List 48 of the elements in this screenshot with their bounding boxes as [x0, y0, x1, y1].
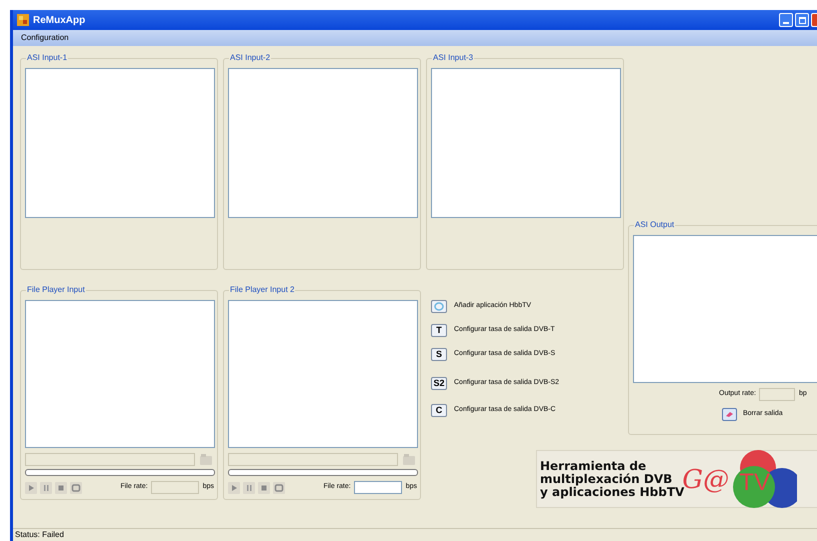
loop-icon: [273, 482, 285, 494]
list-box[interactable]: [431, 68, 621, 218]
file-rate-field[interactable]: [354, 481, 402, 494]
output-rate-field[interactable]: [758, 388, 795, 401]
group-title: ASI Input-2: [229, 53, 272, 63]
close-button[interactable]: [811, 13, 817, 27]
ring-icon: [434, 302, 444, 311]
folder-icon[interactable]: [200, 454, 212, 465]
pause-button[interactable]: [243, 482, 255, 494]
circles-drawing: [733, 450, 798, 508]
group-title: ASI Input-3: [432, 53, 474, 63]
list-box[interactable]: [25, 68, 215, 218]
file-path-field[interactable]: [228, 453, 398, 466]
status-text: Status: Failed: [15, 531, 64, 539]
folder-icon[interactable]: [403, 454, 415, 465]
pause-button[interactable]: [40, 482, 52, 494]
group-title: File Player Input: [26, 285, 86, 295]
logo-text: multiplexación DVB: [540, 472, 674, 486]
list-box[interactable]: [25, 300, 215, 448]
eraser-icon: [725, 411, 734, 418]
play-button[interactable]: [228, 482, 240, 494]
window-title: ReMuxApp: [33, 14, 86, 28]
maximize-button[interactable]: [795, 13, 809, 27]
group-title: ASI Output: [634, 220, 676, 230]
list-box[interactable]: [228, 300, 418, 448]
play-button[interactable]: [25, 482, 37, 494]
standard-button[interactable]: C: [431, 404, 447, 417]
group-title: ASI Input-1: [26, 53, 68, 63]
logo-mark: G@: [682, 466, 730, 494]
standard-button[interactable]: S: [431, 348, 447, 361]
file-path-field[interactable]: [25, 453, 195, 466]
logo-text: Herramienta de: [540, 460, 648, 472]
stop-button[interactable]: [258, 482, 270, 494]
eraser-button[interactable]: [722, 408, 737, 421]
loop-button[interactable]: [70, 482, 82, 494]
app-icon: [17, 14, 29, 26]
logo-letters: TV: [739, 470, 770, 496]
group-title: File Player Input 2: [229, 285, 296, 295]
stop-button[interactable]: [55, 482, 67, 494]
standard-button[interactable]: T: [431, 324, 447, 337]
menu-item[interactable]: Configuration: [21, 32, 69, 44]
loop-icon: [70, 482, 82, 494]
list-box[interactable]: [228, 68, 418, 218]
loop-button[interactable]: [273, 482, 285, 494]
minimize-button[interactable]: [779, 13, 793, 27]
logo-text: y aplicaciones HbbTV: [540, 486, 684, 498]
standard-button[interactable]: S2: [431, 377, 447, 390]
hbbtv-button[interactable]: [431, 300, 447, 313]
